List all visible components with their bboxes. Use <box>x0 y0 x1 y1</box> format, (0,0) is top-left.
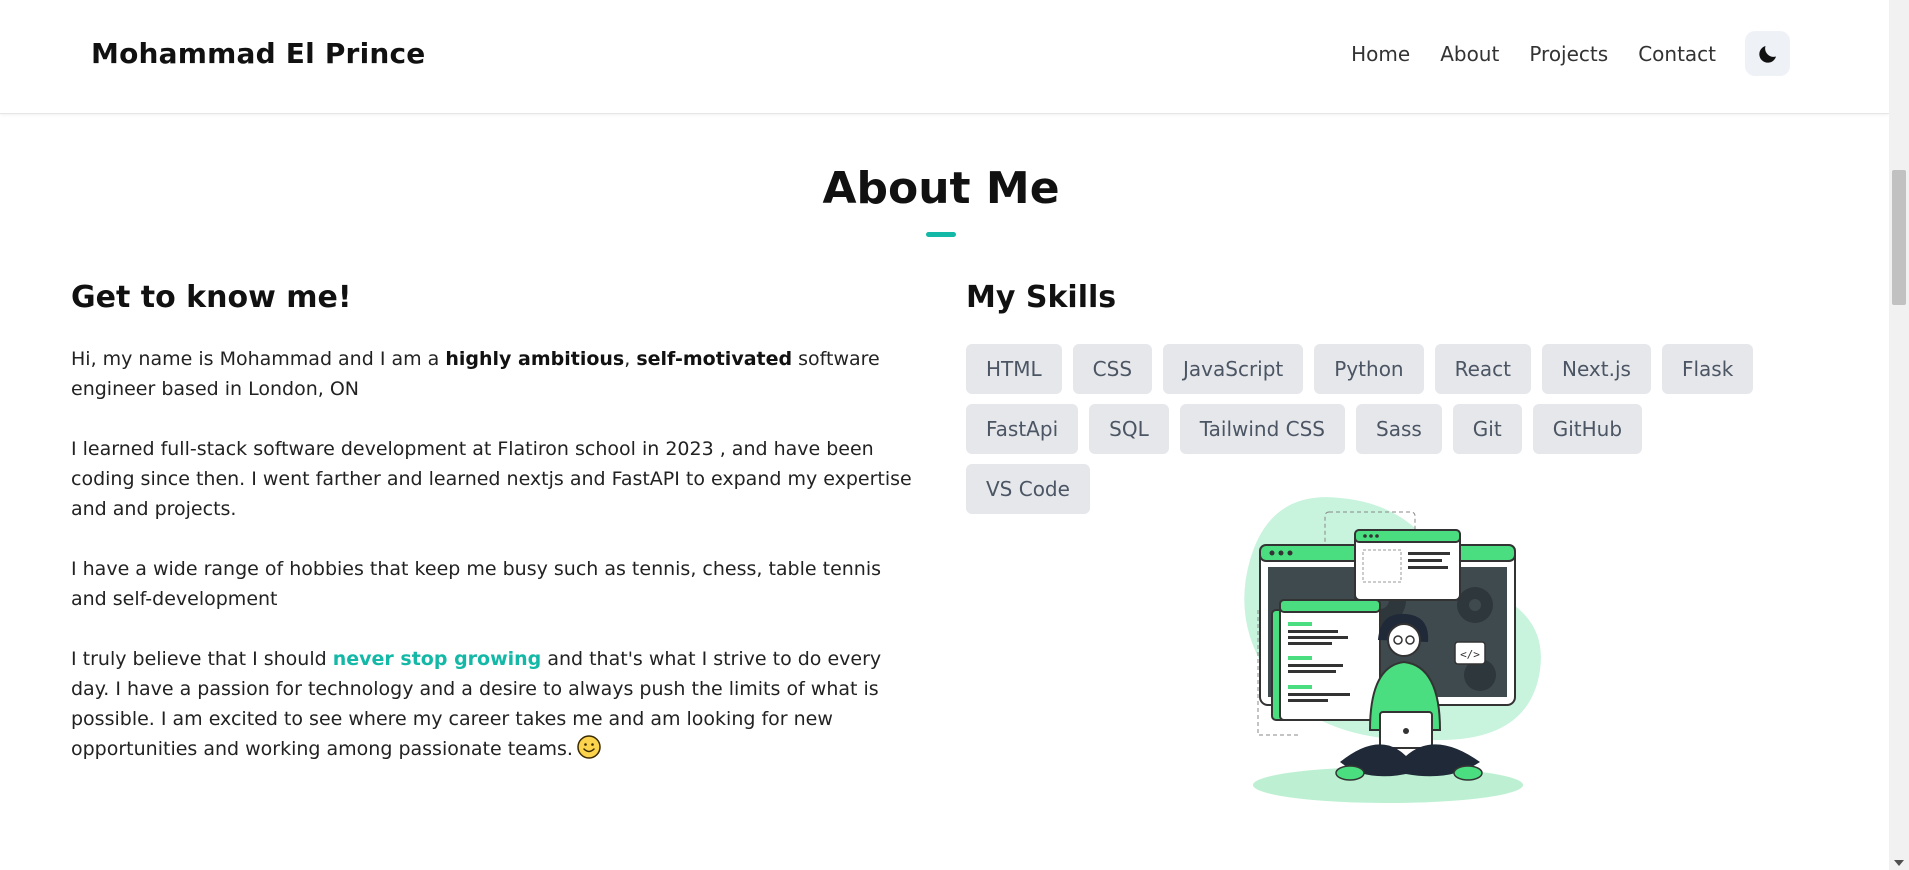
skill-badge: GitHub <box>1532 404 1643 454</box>
skill-badge: React <box>1434 344 1532 394</box>
growth-highlight: never stop growing <box>332 648 542 670</box>
nav-links: Home About Projects Contact <box>1351 42 1716 66</box>
intro-text: Hi, my name is Mohammad and I am a <box>71 348 446 370</box>
growth-text: I truly believe that I should <box>71 648 333 670</box>
intro-bold-self-motivated: self-motivated <box>636 348 793 370</box>
skill-badge: CSS <box>1072 344 1153 394</box>
skill-badge: Python <box>1314 344 1424 394</box>
skill-badge: SQL <box>1089 404 1169 454</box>
skill-badge: Sass <box>1356 404 1442 454</box>
intro-paragraph: Hi, my name is Mohammad and I am a highl… <box>71 344 921 404</box>
theme-toggle-button[interactable] <box>1745 31 1790 76</box>
scrollbar-thumb[interactable] <box>1892 170 1906 305</box>
scroll-down-arrow-icon[interactable] <box>1894 860 1904 866</box>
skill-badge: VS Code <box>966 464 1090 514</box>
skill-badge: FastApi <box>966 404 1079 454</box>
hobbies-paragraph: I have a wide range of hobbies that keep… <box>71 558 882 610</box>
nav-link-about[interactable]: About <box>1440 42 1499 66</box>
skill-badge: Flask <box>1661 344 1754 394</box>
moon-icon <box>1758 45 1776 63</box>
skill-badge: JavaScript <box>1163 344 1304 394</box>
title-underline <box>926 232 956 237</box>
svg-text:</>: </> <box>1460 648 1480 661</box>
nav-link-projects[interactable]: Projects <box>1529 42 1608 66</box>
about-text-column: Get to know me! Hi, my name is Mohammad … <box>71 280 921 798</box>
developer-illustration: </> <box>1230 490 1560 814</box>
nav-link-contact[interactable]: Contact <box>1638 42 1716 66</box>
intro-comma: , <box>624 348 637 370</box>
skills-heading: My Skills <box>966 280 1117 315</box>
page-scrollbar[interactable] <box>1889 0 1909 870</box>
education-paragraph: I learned full-stack software developmen… <box>71 438 912 520</box>
skill-badge: HTML <box>966 344 1062 394</box>
smile-emoji-icon <box>577 735 601 768</box>
intro-bold-ambitious: highly ambitious <box>445 348 625 370</box>
skill-badge: Git <box>1452 404 1522 454</box>
skills-column: My Skills HTML CSS JavaScript Python Rea… <box>966 280 1766 514</box>
navbar: Mohammad El Prince Home About Projects C… <box>0 0 1889 114</box>
skills-list: HTML CSS JavaScript Python React Next.js… <box>966 344 1766 514</box>
skill-badge: Tailwind CSS <box>1179 404 1345 454</box>
nav-link-home[interactable]: Home <box>1351 42 1410 66</box>
section-title: About Me <box>822 163 1060 214</box>
get-to-know-heading: Get to know me! <box>71 280 352 315</box>
growth-paragraph: I truly believe that I should never stop… <box>71 644 921 768</box>
skill-badge: Next.js <box>1542 344 1651 394</box>
brand-name[interactable]: Mohammad El Prince <box>91 37 426 70</box>
